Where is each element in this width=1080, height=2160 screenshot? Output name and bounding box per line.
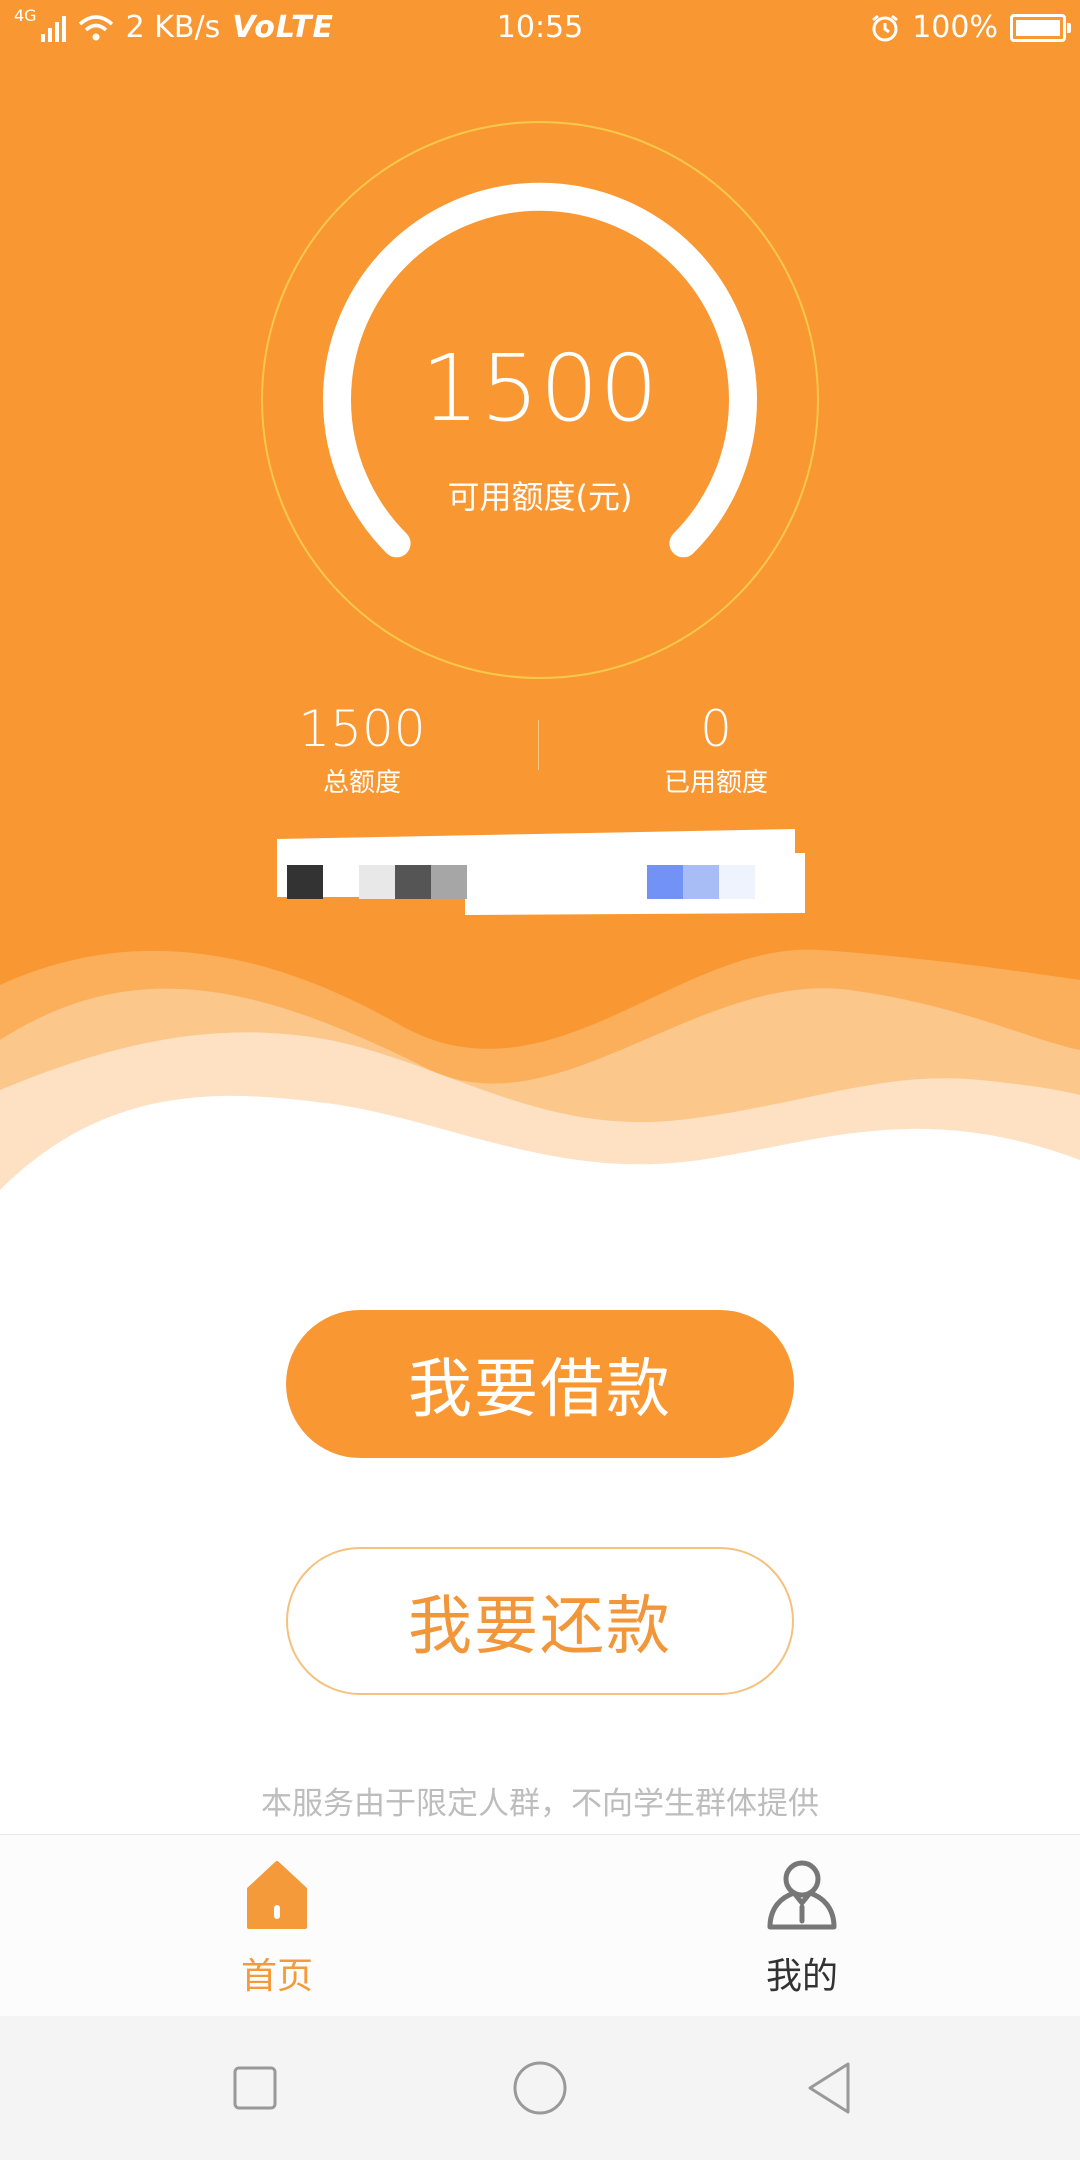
tab-home[interactable]: 首页 [167,1853,387,1999]
tab-mine-label: 我的 [765,1956,838,1997]
back-icon[interactable] [800,2058,860,2118]
repay-button[interactable]: 我要还款 [286,1547,794,1695]
total-credit-value: 1500 [298,700,426,758]
used-credit: 0 已用额度 [516,700,916,799]
user-icon [767,1860,837,1930]
home-nav-icon[interactable] [510,2058,570,2118]
total-credit: 1500 总额度 [162,700,562,799]
status-bar: 4G 2 KB/s VoLTE 10:55 100% [0,0,1080,56]
recent-apps-icon[interactable] [225,2058,285,2118]
total-credit-label: 总额度 [322,768,401,798]
borrow-button[interactable]: 我要借款 [286,1310,794,1458]
clock: 10:55 [496,10,584,45]
tab-home-label: 首页 [240,1956,313,1997]
system-navigation-bar [0,2016,1080,2160]
tab-mine[interactable]: 我的 [692,1853,912,1999]
service-notice: 本服务由于限定人群，不向学生群体提供 [261,1786,819,1822]
used-credit-value: 0 [700,700,732,758]
bottom-tab-bar: 首页 我的 [0,1834,1080,2017]
wave-decoration [0,949,1080,1240]
alarm-icon [872,14,899,41]
battery-percent: 100% [912,10,998,45]
redacted-info [277,829,805,915]
available-credit-value: 1500 [420,335,660,442]
used-credit-label: 已用额度 [663,768,768,798]
home-icon [247,1861,307,1929]
available-credit-label: 可用额度(元) [447,478,633,516]
battery-icon [1010,13,1071,42]
